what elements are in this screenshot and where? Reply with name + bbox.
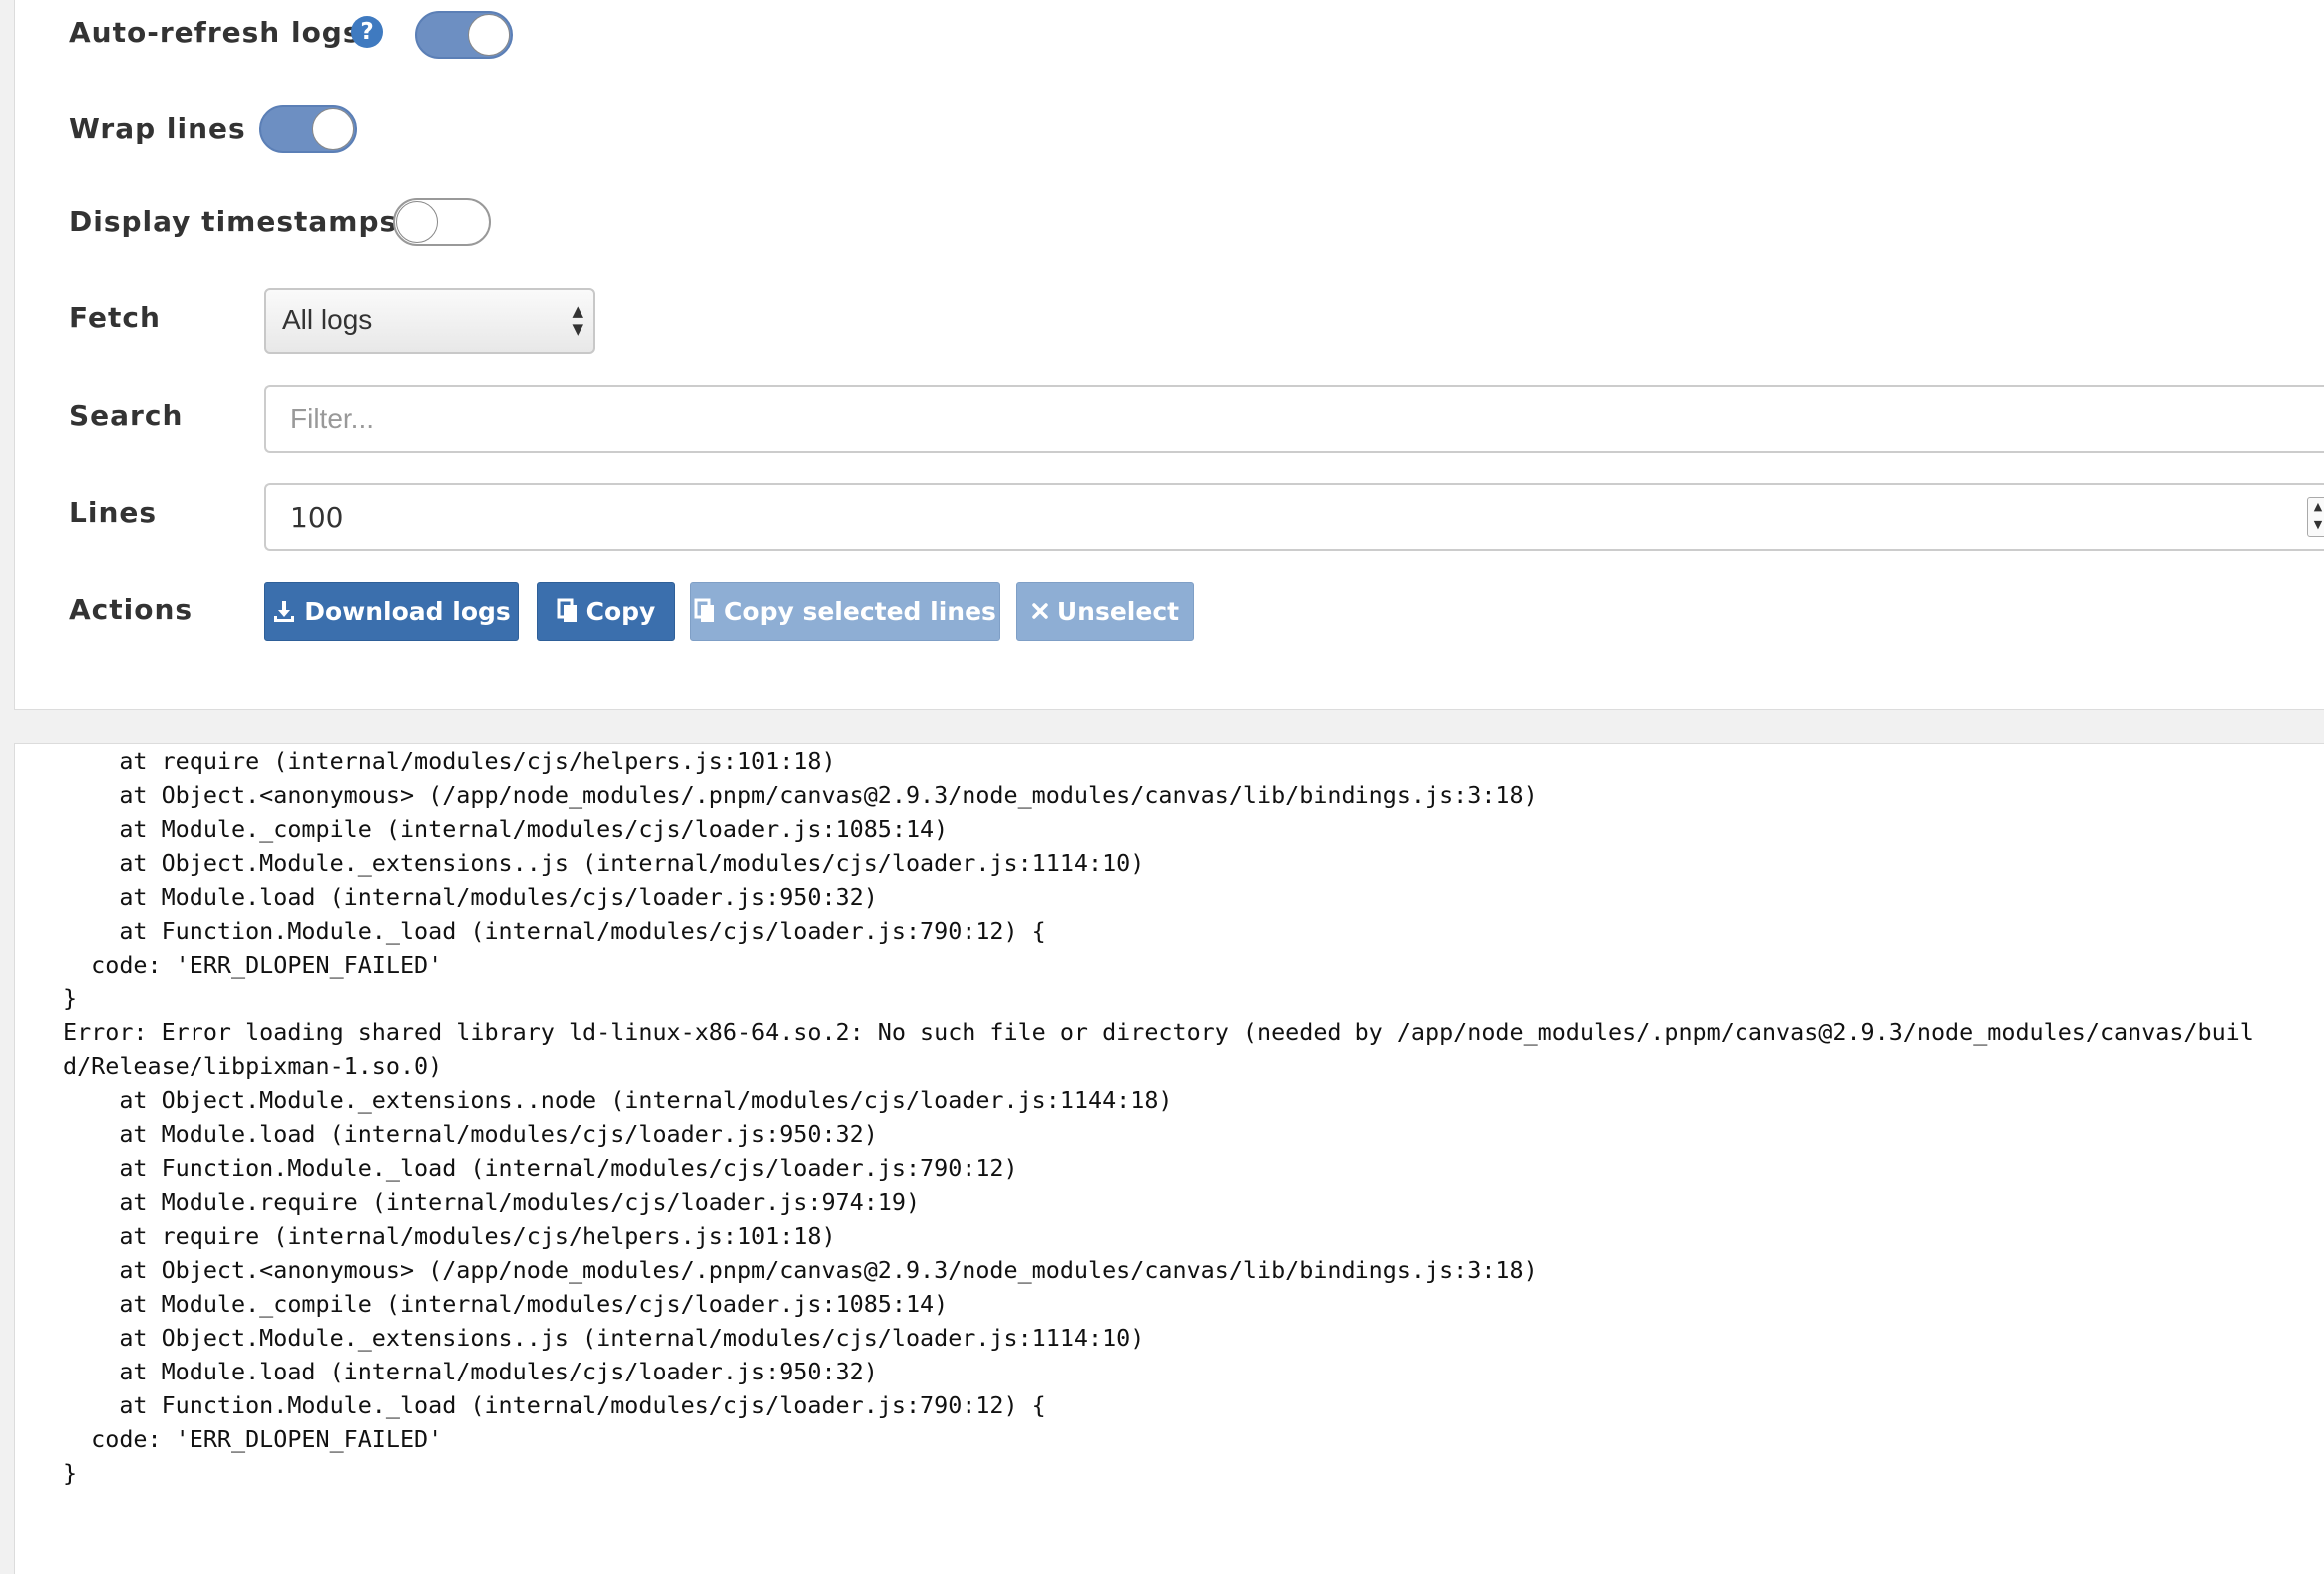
lines-label: Lines (69, 496, 158, 529)
log-settings-panel: Auto-refresh logs ? Wrap lines Display t… (14, 0, 2324, 710)
copy-selected-lines-button[interactable]: Copy selected lines (690, 582, 1000, 641)
download-icon (272, 599, 296, 623)
close-icon (1031, 602, 1049, 620)
log-line[interactable]: at require (internal/modules/cjs/helpers… (63, 744, 835, 778)
log-line[interactable]: } (63, 982, 77, 1015)
log-output[interactable]: at require (internal/modules/cjs/helpers… (14, 743, 2324, 1574)
log-line[interactable]: at Module.require (internal/modules/cjs/… (63, 1185, 920, 1219)
log-line[interactable]: at Function.Module._load (internal/modul… (63, 914, 1045, 948)
copy-label: Copy (585, 596, 656, 626)
log-line[interactable]: at Module.load (internal/modules/cjs/loa… (63, 1355, 877, 1388)
log-line[interactable]: Error: Error loading shared library ld-l… (63, 1015, 2254, 1049)
log-line[interactable]: at require (internal/modules/cjs/helpers… (63, 1219, 835, 1253)
unselect-button[interactable]: Unselect (1016, 582, 1194, 641)
select-arrows-icon: ▲ ▼ (572, 302, 583, 338)
log-line[interactable]: at Object.Module._extensions..js (intern… (63, 1321, 1144, 1355)
log-line[interactable]: at Module.load (internal/modules/cjs/loa… (63, 1117, 877, 1151)
log-line[interactable]: code: 'ERR_DLOPEN_FAILED' (63, 1422, 442, 1456)
copy-selected-lines-label: Copy selected lines (724, 596, 996, 626)
wrap-lines-toggle[interactable] (259, 105, 357, 153)
log-line[interactable]: code: 'ERR_DLOPEN_FAILED' (63, 948, 442, 982)
log-line[interactable]: d/Release/libpixman-1.so.0) (63, 1049, 442, 1083)
download-logs-label: Download logs (304, 596, 511, 626)
copy-button[interactable]: Copy (537, 582, 675, 641)
question-circle-icon[interactable]: ? (351, 16, 383, 48)
actions-label: Actions (69, 593, 194, 626)
log-line[interactable]: at Object.<anonymous> (/app/node_modules… (63, 778, 1537, 812)
fetch-label: Fetch (69, 301, 161, 334)
log-line[interactable]: at Function.Module._load (internal/modul… (63, 1388, 1045, 1422)
search-placeholder: Filter... (290, 403, 375, 434)
fetch-selected-value: All logs (282, 304, 373, 335)
auto-refresh-label: Auto-refresh logs (69, 16, 361, 49)
copy-icon (694, 598, 716, 624)
lines-value: 100 (290, 501, 344, 534)
wrap-lines-label: Wrap lines (69, 112, 246, 145)
display-timestamps-toggle[interactable] (393, 198, 491, 246)
log-line[interactable]: at Module._compile (internal/modules/cjs… (63, 1287, 948, 1321)
log-line[interactable]: at Module._compile (internal/modules/cjs… (63, 812, 948, 846)
auto-refresh-toggle[interactable] (415, 11, 513, 59)
search-input[interactable]: Filter... (264, 385, 2324, 453)
search-label: Search (69, 399, 184, 432)
log-line[interactable]: at Function.Module._load (internal/modul… (63, 1151, 1017, 1185)
log-line[interactable]: at Module.load (internal/modules/cjs/loa… (63, 880, 877, 914)
log-line[interactable]: at Object.<anonymous> (/app/node_modules… (63, 1253, 1537, 1287)
log-line[interactable]: } (63, 1456, 77, 1490)
fetch-select[interactable]: All logs ▲ ▼ (264, 288, 595, 354)
display-timestamps-label: Display timestamps (69, 205, 398, 238)
toggle-knob (396, 201, 438, 243)
copy-icon (557, 598, 579, 624)
log-line[interactable]: at Object.Module._extensions..js (intern… (63, 846, 1144, 880)
log-line[interactable]: at Object.Module._extensions..node (inte… (63, 1083, 1172, 1117)
toggle-knob (468, 14, 510, 56)
download-logs-button[interactable]: Download logs (264, 582, 519, 641)
unselect-label: Unselect (1056, 596, 1180, 626)
lines-stepper[interactable]: ▲ ▼ (2307, 497, 2324, 537)
toggle-knob (312, 108, 354, 150)
lines-input[interactable]: 100 ▲ ▼ (264, 483, 2324, 551)
